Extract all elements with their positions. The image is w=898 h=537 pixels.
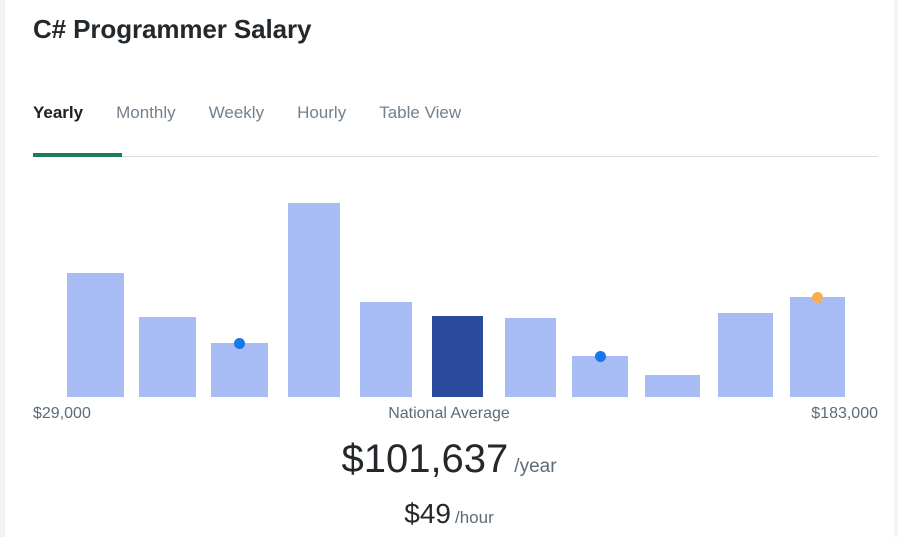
blue-marker-icon xyxy=(234,338,245,349)
primary-salary-row: $101,637/year xyxy=(0,436,898,491)
chart-bar[interactable] xyxy=(505,318,556,397)
chart-bar[interactable] xyxy=(67,273,124,397)
tab-hourly[interactable]: Hourly xyxy=(297,102,360,124)
chart-bar[interactable] xyxy=(211,343,268,397)
chart-bar[interactable] xyxy=(288,203,340,397)
page-title: C# Programmer Salary xyxy=(33,14,312,44)
axis-label-national-average: National Average xyxy=(388,405,510,422)
chart-bar[interactable] xyxy=(790,297,845,397)
salary-widget: C# Programmer Salary Yearly Monthly Weekly… xyxy=(0,0,898,537)
axis-label-max: $183,000 xyxy=(811,405,878,422)
chart-bar[interactable] xyxy=(645,375,700,397)
chart-bar-highlighted[interactable] xyxy=(432,316,483,397)
tab-bar: Yearly Monthly Weekly Hourly Table View xyxy=(33,102,475,124)
primary-salary-value: $101,637 xyxy=(341,437,509,481)
chart-bar[interactable] xyxy=(718,313,773,397)
tab-monthly[interactable]: Monthly xyxy=(116,102,190,124)
tab-yearly[interactable]: Yearly xyxy=(33,102,97,124)
orange-marker-icon xyxy=(812,292,823,303)
chart-bar[interactable] xyxy=(360,302,412,397)
secondary-salary-unit: /hour xyxy=(454,508,494,527)
tab-weekly[interactable]: Weekly xyxy=(209,102,278,124)
primary-salary-unit: /year xyxy=(514,456,557,477)
tab-active-underline xyxy=(33,153,122,157)
chart-bar[interactable] xyxy=(572,356,628,397)
tab-table-view[interactable]: Table View xyxy=(379,102,475,124)
chart-bar[interactable] xyxy=(139,317,196,397)
secondary-salary-value: $49 xyxy=(404,498,451,529)
secondary-salary-row: $49/hour xyxy=(0,496,898,537)
salary-summary: $101,637/year $49/hour xyxy=(0,436,898,537)
tab-rule xyxy=(33,156,878,157)
blue-marker-icon xyxy=(594,351,606,362)
